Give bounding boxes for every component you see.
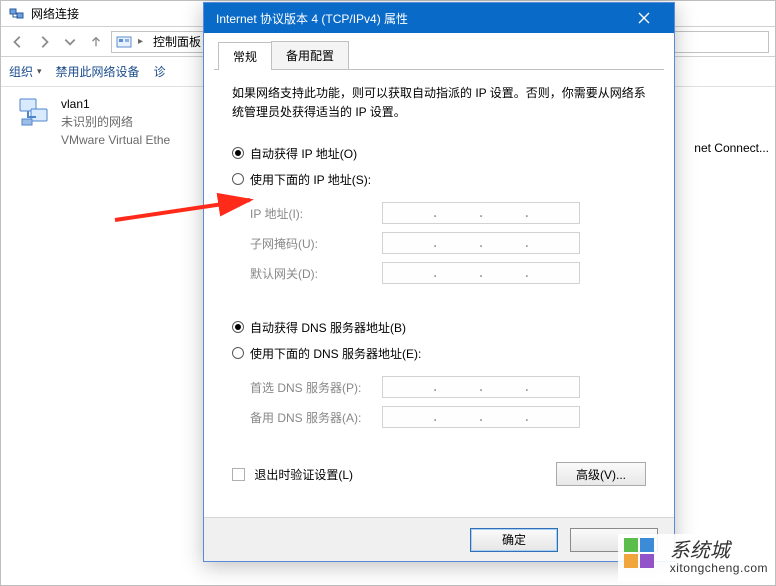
validate-checkbox[interactable]: 退出时验证设置(L) (232, 466, 353, 483)
adapter-name: vlan1 (61, 95, 170, 113)
up-button[interactable] (85, 31, 107, 53)
ipv4-properties-dialog: Internet 协议版本 4 (TCP/IPv4) 属性 常规 备用配置 如果… (203, 2, 675, 562)
radio-icon (232, 347, 244, 359)
watermark: 系统城 xitongcheng.com (618, 534, 774, 582)
forward-button[interactable] (33, 31, 55, 53)
dialog-footer: 确定 (204, 517, 674, 561)
input-gateway[interactable]: ... (382, 262, 580, 284)
watermark-logo-icon (624, 538, 664, 578)
advanced-button[interactable]: 高级(V)... (556, 462, 646, 486)
disable-device-button[interactable]: 禁用此网络设备 (56, 63, 140, 80)
label-mask: 子网掩码(U): (232, 235, 382, 252)
radio-manual-ip[interactable]: 使用下面的 IP 地址(S): (232, 166, 646, 192)
radio-manual-dns[interactable]: 使用下面的 DNS 服务器地址(E): (232, 340, 646, 366)
label-adns: 备用 DNS 服务器(A): (232, 409, 382, 426)
adapter-device: VMware Virtual Ethe (61, 131, 170, 149)
adapter-status: 未识别的网络 (61, 113, 170, 131)
control-panel-icon (116, 34, 132, 50)
history-dropdown[interactable] (59, 31, 81, 53)
radio-icon (232, 147, 244, 159)
label-gateway: 默认网关(D): (232, 265, 382, 282)
watermark-name: 系统城 (670, 540, 768, 562)
ok-button[interactable]: 确定 (470, 528, 558, 552)
diagnose-button[interactable]: 诊 (154, 63, 166, 80)
radio-icon (232, 321, 244, 333)
input-mask[interactable]: ... (382, 232, 580, 254)
adapter-icon (17, 95, 53, 131)
radio-auto-ip[interactable]: 自动获得 IP 地址(O) (232, 140, 646, 166)
tab-general[interactable]: 常规 (218, 42, 272, 70)
input-pdns[interactable]: ... (382, 376, 580, 398)
tab-alternate[interactable]: 备用配置 (271, 41, 349, 69)
label-ip: IP 地址(I): (232, 205, 382, 222)
dialog-titlebar: Internet 协议版本 4 (TCP/IPv4) 属性 (204, 3, 674, 33)
dialog-title: Internet 协议版本 4 (TCP/IPv4) 属性 (216, 10, 624, 27)
input-adns[interactable]: ... (382, 406, 580, 428)
checkbox-icon (232, 468, 245, 481)
description-text: 如果网络支持此功能，则可以获取自动指派的 IP 设置。否则，你需要从网络系统管理… (232, 84, 646, 122)
label-pdns: 首选 DNS 服务器(P): (232, 379, 382, 396)
network-adapter-item[interactable]: vlan1 未识别的网络 VMware Virtual Ethe (17, 95, 217, 149)
input-ip[interactable]: ... (382, 202, 580, 224)
watermark-url: xitongcheng.com (670, 562, 768, 575)
chevron-right-icon: ▸ (136, 36, 145, 47)
radio-auto-dns[interactable]: 自动获得 DNS 服务器地址(B) (232, 314, 646, 340)
breadcrumb-item[interactable]: 控制面板 (149, 33, 205, 50)
organize-menu[interactable]: 组织▾ (9, 63, 42, 80)
network-icon (9, 6, 25, 22)
radio-icon (232, 173, 244, 185)
explorer-title: 网络连接 (31, 5, 79, 22)
tabstrip: 常规 备用配置 (214, 41, 664, 70)
close-button[interactable] (624, 3, 664, 33)
peek-text: net Connect... (694, 141, 769, 155)
back-button[interactable] (7, 31, 29, 53)
